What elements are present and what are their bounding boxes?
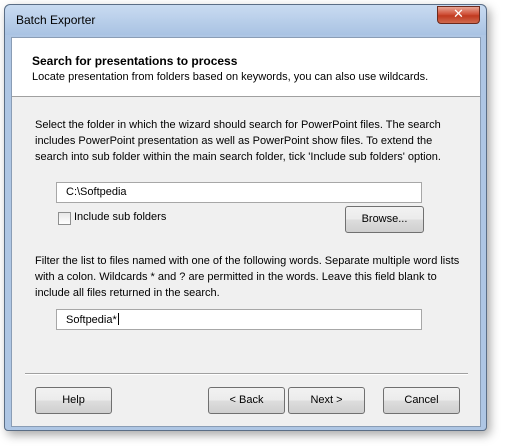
close-icon: ✕ [453,7,464,22]
filter-keywords-value: Softpedia* [66,314,117,326]
help-button[interactable]: Help [35,387,112,414]
filter-keywords-input[interactable]: Softpedia* [56,309,422,330]
wizard-header: Search for presentations to process Loca… [12,38,480,97]
wizard-page: Search for presentations to process Loca… [11,37,481,427]
footer-divider [25,373,468,375]
folder-description: Select the folder in which the wizard sh… [35,119,441,163]
folder-path-value: C:\Softpedia [66,186,127,198]
text-caret [117,313,119,325]
include-subfolders-checkbox[interactable] [58,212,71,225]
browse-button[interactable]: Browse... [345,206,424,233]
include-subfolders-label[interactable]: Include sub folders [74,211,166,223]
page-subtitle: Locate presentation from folders based o… [32,71,429,83]
folder-path-input[interactable]: C:\Softpedia [56,182,422,203]
next-button[interactable]: Next > [288,387,365,414]
batch-exporter-window: Batch Exporter ✕ Search for presentation… [4,4,487,431]
title-bar[interactable]: Batch Exporter ✕ [5,5,486,35]
back-button[interactable]: < Back [208,387,285,414]
page-title: Search for presentations to process [32,54,238,68]
close-button[interactable]: ✕ [437,6,480,24]
filter-description: Filter the list to files named with one … [35,255,460,299]
cancel-button[interactable]: Cancel [383,387,460,414]
window-title: Batch Exporter [16,13,96,27]
